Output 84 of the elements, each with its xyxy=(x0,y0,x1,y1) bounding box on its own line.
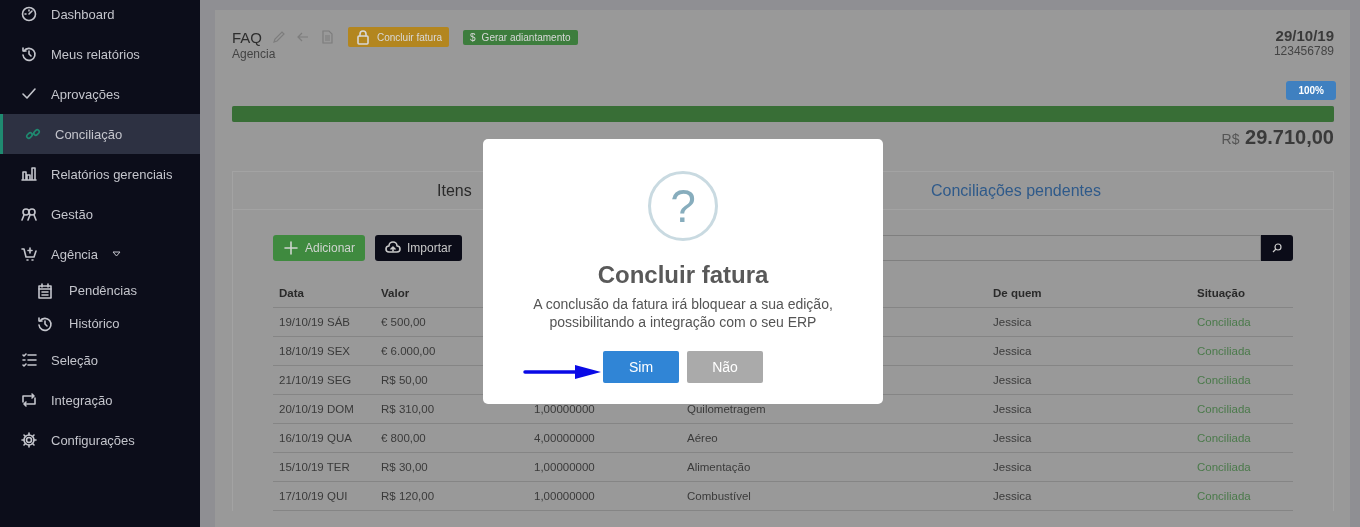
confirm-button[interactable]: Sim xyxy=(603,351,679,383)
history-icon xyxy=(21,46,37,62)
check-icon xyxy=(21,86,37,102)
status-text: Conciliada xyxy=(1197,432,1251,444)
dialog-title: Concluir fatura xyxy=(597,261,769,289)
sidebar-item[interactable]: Pendências xyxy=(0,274,200,307)
document-icon[interactable] xyxy=(320,30,334,44)
table-cell: R$ 50,00 xyxy=(381,374,428,386)
sidebar-item[interactable]: Integração xyxy=(0,380,200,420)
total-amount: R$ 29.710,00 xyxy=(1221,126,1334,149)
table-cell: 16/10/19 QUA xyxy=(279,432,352,444)
table-cell: R$ 30,00 xyxy=(381,461,428,473)
table-cell: 1,00000000 xyxy=(534,403,595,415)
sidebar-item[interactable]: Relatórios gerenciais xyxy=(0,154,200,194)
invoice-date: 29/10/19 xyxy=(1274,27,1334,44)
table-cell: 15/10/19 TER xyxy=(279,461,350,473)
table-cell: Combustível xyxy=(687,490,751,502)
pencil-icon[interactable] xyxy=(272,30,286,44)
status-badge[interactable]: $ Gerar adiantamento xyxy=(463,29,578,45)
lock-icon xyxy=(355,29,371,45)
table-cell: Jessica xyxy=(993,461,1032,473)
bar-chart-icon xyxy=(21,166,37,182)
table-cell: Jessica xyxy=(993,403,1032,415)
sidebar-item[interactable]: Aprovações xyxy=(0,74,200,114)
table-cell: Jessica xyxy=(993,490,1032,502)
table-cell: 19/10/19 SÁB xyxy=(279,316,350,328)
checklist-icon xyxy=(21,352,37,368)
page-title: FAQ xyxy=(232,28,262,46)
column-header: Situação xyxy=(1197,287,1245,299)
progress-label: 100% xyxy=(1286,81,1336,100)
table-cell: 1,00000000 xyxy=(534,461,595,473)
search-icon xyxy=(1271,242,1283,254)
loop-icon xyxy=(21,392,37,408)
table-cell: 1,00000000 xyxy=(534,490,595,502)
table-cell: 4,00000000 xyxy=(534,432,595,444)
back-arrow-icon[interactable] xyxy=(296,30,310,44)
table-cell: € 6.000,00 xyxy=(381,345,436,357)
sidebar-item[interactable]: Seleção xyxy=(0,340,200,380)
table-cell: 20/10/19 DOM xyxy=(279,403,354,415)
cart-icon xyxy=(21,246,37,262)
column-header: De quem xyxy=(993,287,1042,299)
settings-icon xyxy=(21,432,37,448)
status-text: Conciliada xyxy=(1197,490,1251,502)
page-subtitle: Agencia xyxy=(232,47,277,61)
status-text: Conciliada xyxy=(1197,316,1251,328)
search-button[interactable] xyxy=(1261,235,1293,261)
dialog-message: A conclusão da fatura irá bloquear a sua edição, possibilitando a integração com o seu ERP xyxy=(532,295,834,331)
calendar-icon xyxy=(37,282,53,299)
people-icon xyxy=(21,206,37,222)
status-text: Conciliada xyxy=(1197,461,1251,473)
invoice-number: 123456789 xyxy=(1273,44,1334,58)
table-cell: 21/10/19 SEG xyxy=(279,374,352,386)
import-button[interactable]: Importar xyxy=(375,235,462,261)
table-cell: Jessica xyxy=(993,374,1032,386)
table-cell: Jessica xyxy=(993,345,1032,357)
sidebar-item[interactable]: Conciliação xyxy=(0,114,200,154)
column-header: Data xyxy=(279,287,304,299)
table-cell: 18/10/19 SEX xyxy=(279,345,350,357)
table-cell: Jessica xyxy=(993,432,1032,444)
table-cell: Quilometragem xyxy=(687,403,766,415)
table-cell: 17/10/19 QUI xyxy=(279,490,348,502)
table-cell: R$ 310,00 xyxy=(381,403,435,415)
table-cell: € 800,00 xyxy=(381,432,426,444)
sidebar-item[interactable]: Histórico xyxy=(0,307,200,340)
history-icon xyxy=(37,315,53,332)
table-cell: Alimentação xyxy=(687,461,751,473)
sidebar-item[interactable]: Meus relatórios xyxy=(0,34,200,74)
sidebar-item[interactable]: Dashboard xyxy=(0,0,200,34)
table-cell: € 500,00 xyxy=(381,316,426,328)
status-text: Conciliada xyxy=(1197,403,1251,415)
table-cell: R$ 120,00 xyxy=(381,490,435,502)
table-cell: Jessica xyxy=(993,316,1032,328)
sidebar-item[interactable]: Configurações xyxy=(0,420,200,460)
sidebar-item[interactable]: Gestão xyxy=(0,194,200,234)
gauge-icon xyxy=(21,6,37,22)
plus-icon xyxy=(283,240,299,256)
sidebar-item[interactable]: Agência xyxy=(0,234,200,274)
cloud-upload-icon xyxy=(385,240,402,256)
status-text: Conciliada xyxy=(1197,374,1251,386)
table-cell: Aéreo xyxy=(687,432,718,444)
status-text: Conciliada xyxy=(1197,345,1251,357)
question-icon: ? xyxy=(648,171,718,241)
column-header: Valor xyxy=(381,287,410,299)
link-icon xyxy=(25,126,41,142)
